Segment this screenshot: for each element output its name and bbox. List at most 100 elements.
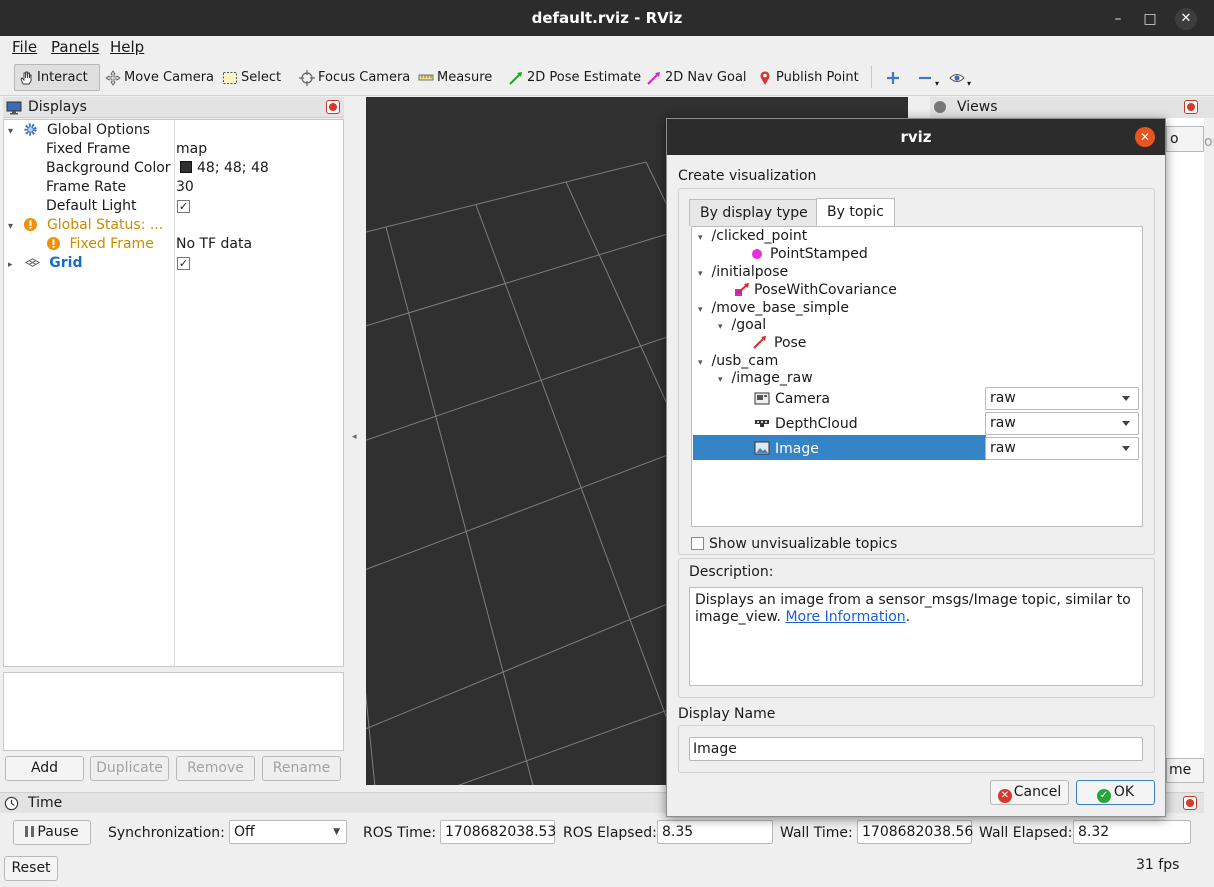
toolbar-separator [871, 66, 872, 88]
tab-by-display-type[interactable]: By display type [689, 199, 819, 226]
create-visualization-heading: Create visualization [678, 168, 817, 184]
type-point-stamped[interactable]: PointStamped [752, 245, 868, 263]
display-name-input[interactable]: Image [689, 737, 1143, 761]
ros-time-field[interactable]: 1708682038.53 [440, 820, 556, 844]
move-camera-tool[interactable]: Move Camera [102, 64, 217, 91]
type-depthcloud[interactable]: DepthCloud [754, 415, 858, 433]
expand-arrow-icon: ▾ [718, 322, 723, 332]
displays-panel-header: Displays [3, 97, 344, 118]
select-tool[interactable]: Select [219, 64, 284, 91]
nav-goal-label: 2D Nav Goal [665, 70, 747, 85]
type-image[interactable]: Image [754, 440, 819, 458]
ruler-icon [418, 74, 434, 80]
displays-close-icon[interactable] [326, 100, 340, 114]
type-label: Camera [775, 391, 830, 407]
description-text-box: Displays an image from a sensor_msgs/Ima… [689, 587, 1143, 686]
image-transport-select[interactable]: raw [985, 437, 1139, 460]
minimize-button[interactable]: – [1107, 8, 1129, 30]
grid-row[interactable]: ▸ Grid [8, 254, 83, 273]
grid-enabled-checkbox[interactable]: ✓ [177, 254, 190, 273]
wall-elapsed-field[interactable]: 8.32 [1073, 820, 1191, 844]
topic-tree: ▾ /clicked_point PointStamped ▾ /initialpo… [691, 226, 1143, 527]
expand-arrow-icon: ▾ [698, 269, 703, 279]
splitter-arrow-icon[interactable]: ◂ [352, 432, 357, 442]
depthcloud-transport-select[interactable]: raw [985, 412, 1139, 435]
warning-icon [24, 217, 38, 232]
dialog-close-button[interactable]: ✕ [1135, 127, 1155, 147]
views-close-icon[interactable] [1184, 100, 1198, 114]
pose-estimate-tool[interactable]: 2D Pose Estimate [505, 64, 644, 91]
background-color-value[interactable]: 48; 48; 48 [180, 159, 269, 178]
expand-arrow-icon: ▾ [8, 221, 14, 232]
expand-arrow-icon: ▾ [698, 358, 703, 368]
chevron-down-icon: ▼ [333, 827, 340, 837]
pause-button[interactable]: Pause [13, 820, 91, 845]
reset-button[interactable]: Reset [4, 856, 58, 881]
menu-help[interactable]: Help [110, 38, 144, 56]
wall-time-field[interactable]: 1708682038.56 [857, 820, 973, 844]
views-partial-button[interactable]: o [1166, 126, 1204, 152]
tab-by-topic[interactable]: By topic [816, 198, 895, 226]
plus-icon [887, 71, 899, 84]
monitor-icon [6, 101, 22, 115]
frame-rate-value[interactable]: 30 [176, 178, 194, 197]
show-unvisualizable-checkbox[interactable] [691, 537, 704, 550]
move-camera-icon [105, 69, 121, 86]
menu-file-label: File [12, 38, 38, 56]
cancel-button[interactable]: ✕ Cancel [990, 780, 1069, 805]
global-status-row[interactable]: ▾ Global Status: ... [8, 216, 163, 235]
topic-usb-cam[interactable]: ▾ /usb_cam [698, 352, 778, 370]
type-label: PointStamped [770, 246, 868, 262]
status-fixed-frame-row[interactable]: Fixed Frame [46, 235, 154, 254]
menu-panels[interactable]: Panels [51, 38, 99, 56]
views-partial-text: os [1204, 134, 1214, 150]
time-close-icon[interactable] [1183, 796, 1197, 810]
menu-file[interactable]: File [12, 38, 37, 56]
interact-tool[interactable]: Interact [14, 64, 100, 91]
dropdown-arrow-icon: ▾ [935, 79, 940, 88]
maximize-button[interactable]: □ [1139, 8, 1161, 30]
select-label: Select [241, 70, 282, 85]
duplicate-display-button[interactable]: Duplicate [90, 756, 169, 781]
hand-icon [20, 71, 32, 84]
show-unvisualizable-label: Show unvisualizable topics [709, 536, 898, 552]
type-pose-with-covariance[interactable]: PoseWithCovariance [734, 281, 897, 299]
topic-goal[interactable]: ▾ /goal [718, 316, 766, 334]
publish-point-label: Publish Point [776, 70, 859, 85]
views-partial-button-2[interactable]: me [1166, 758, 1204, 783]
measure-tool[interactable]: Measure [415, 64, 495, 91]
window-close-button[interactable]: ✕ [1175, 8, 1197, 30]
grid-label: Grid [49, 255, 83, 271]
window-title: default.rviz - RViz [531, 9, 683, 27]
ok-button[interactable]: ✓ OK [1076, 780, 1155, 805]
dialog-titlebar: rviz [667, 119, 1165, 155]
remove-display-button[interactable]: Remove [176, 756, 255, 781]
synchronization-value: Off [234, 824, 255, 840]
type-camera[interactable]: Camera [754, 390, 830, 408]
add-tool-button[interactable] [882, 64, 904, 91]
remove-tool-button[interactable]: ▾ [914, 64, 942, 91]
type-pose[interactable]: Pose [752, 334, 806, 352]
show-unvisualizable-row[interactable]: Show unvisualizable topics [691, 536, 897, 552]
more-information-link[interactable]: More Information [785, 609, 905, 625]
ros-elapsed-field[interactable]: 8.35 [657, 820, 773, 844]
topic-clicked-point[interactable]: ▾ /clicked_point [698, 227, 807, 245]
add-display-button[interactable]: Add [5, 756, 84, 781]
focus-camera-tool[interactable]: Focus Camera [296, 64, 413, 91]
tool-properties-button[interactable]: ▾ [946, 64, 974, 91]
topic-move-base-simple[interactable]: ▾ /move_base_simple [698, 299, 849, 317]
camera-transport-select[interactable]: raw [985, 387, 1139, 410]
default-light-checkbox[interactable]: ✓ [177, 197, 190, 216]
fixed-frame-value[interactable]: map [176, 140, 207, 159]
nav-goal-tool[interactable]: 2D Nav Goal [643, 64, 750, 91]
selected-row-highlight [693, 435, 986, 460]
ros-elapsed-label: ROS Elapsed: [563, 825, 657, 841]
topic-image-raw[interactable]: ▾ /image_raw [718, 369, 813, 387]
topic-initialpose[interactable]: ▾ /initialpose [698, 263, 788, 281]
global-options-row[interactable]: ▾ Global Options [8, 121, 150, 140]
dropdown-arrow-icon: ▾ [967, 79, 972, 88]
synchronization-select[interactable]: Off ▼ [229, 820, 347, 844]
rename-display-button[interactable]: Rename [262, 756, 341, 781]
publish-point-tool[interactable]: Publish Point [754, 64, 862, 91]
views-icon [934, 101, 946, 113]
